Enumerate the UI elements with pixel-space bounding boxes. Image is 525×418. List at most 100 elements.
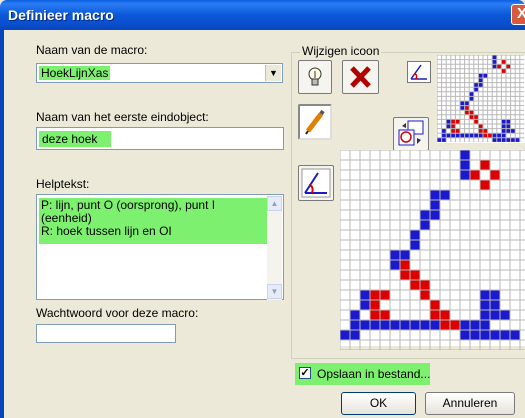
window-frame (0, 30, 4, 418)
lightbulb-icon (308, 67, 322, 86)
pixel-blue (464, 133, 470, 138)
pixel-red (380, 310, 390, 320)
pixel-red (455, 119, 460, 124)
pixel-red (506, 64, 511, 69)
pixel-blue (350, 330, 360, 340)
pencil-icon (305, 109, 325, 135)
angle-icon (410, 64, 427, 80)
pixel-blue (437, 137, 442, 143)
pixel-blue (470, 320, 480, 330)
pixel-red (430, 300, 440, 310)
chevron-down-icon[interactable]: ▼ (265, 65, 281, 81)
help-line: R: hoek tussen lijn en OI (41, 224, 172, 238)
pixel-blue (496, 133, 502, 138)
scroll-up-icon[interactable]: ▲ (267, 196, 282, 211)
pixel-blue (430, 190, 440, 200)
first-object-input[interactable]: deze hoek (36, 127, 284, 150)
icon-pixel-editor[interactable] (339, 149, 525, 351)
pixel-blue (515, 137, 520, 143)
pixel-blue (390, 260, 400, 270)
pixel-red (483, 133, 488, 138)
title-bar[interactable]: Definieer macro X (0, 0, 525, 30)
pixel-blue (492, 137, 497, 143)
pixel-blue (501, 133, 506, 138)
pixel-blue (492, 59, 497, 65)
pixel-blue (460, 133, 465, 138)
copy-icon-button[interactable] (393, 117, 429, 151)
pixel-blue (480, 320, 490, 330)
cancel-button[interactable]: Annuleren (425, 392, 515, 415)
macro-name-combobox[interactable]: HoekLijnXas ▼ (36, 63, 283, 83)
pixel-blue (490, 290, 500, 300)
pixel-blue (350, 310, 360, 320)
pixel-blue (441, 133, 447, 138)
pixel-blue (501, 137, 506, 143)
save-to-file-checkbox[interactable]: ✓ Opslaan in bestand... (295, 363, 430, 385)
window-title: Definieer macro (8, 7, 114, 23)
pixel-red (400, 260, 410, 270)
pixel-red (478, 128, 483, 134)
pixel-blue (473, 133, 479, 138)
pixel-blue (492, 64, 497, 69)
scroll-down-icon[interactable]: ▼ (267, 284, 282, 299)
pixel-blue (460, 330, 470, 340)
pixel-blue (446, 119, 451, 124)
pixel-blue (400, 320, 410, 330)
pixel-blue (506, 137, 511, 143)
pixel-blue (455, 133, 460, 138)
pixel-red (480, 180, 490, 190)
pixel-blue (390, 320, 400, 330)
pixel-blue (473, 87, 479, 92)
pixel-blue (480, 290, 490, 300)
pixel-blue (501, 124, 506, 129)
save-to-file-label: Opslaan in bestand... (317, 367, 431, 381)
pixel-blue (430, 200, 440, 210)
pixel-blue (441, 128, 447, 134)
pixel-blue (370, 320, 380, 330)
pixel-blue (360, 320, 370, 330)
close-button[interactable]: X (511, 4, 525, 25)
pixel-blue (500, 310, 510, 320)
pixel-blue (420, 210, 430, 220)
pixel-blue (478, 78, 483, 83)
pixel-blue (469, 96, 474, 101)
pixel-red (464, 105, 470, 111)
pixel-blue (380, 320, 390, 330)
pixel-red (440, 320, 450, 330)
delete-icon-button[interactable] (342, 60, 379, 94)
macro-name-value: HoekLijnXas (39, 66, 111, 80)
pixel-red (430, 310, 440, 320)
pencil-button[interactable] (298, 104, 332, 140)
pixel-blue (510, 330, 520, 340)
password-input[interactable] (36, 324, 176, 343)
pixel-blue (446, 133, 451, 138)
pixel-blue (510, 128, 516, 134)
pixel-blue (390, 250, 400, 260)
current-icon-button[interactable] (298, 165, 334, 201)
icon-preview-thumb (407, 61, 431, 83)
pixel-red (420, 290, 430, 300)
check-icon: ✓ (300, 367, 310, 379)
pixel-red (370, 290, 380, 300)
pixel-blue (410, 320, 420, 330)
pixel-blue (490, 310, 500, 320)
password-label: Wachtwoord voor deze macro: (36, 306, 199, 320)
pixel-red (469, 114, 474, 120)
pixel-red (450, 128, 456, 134)
lightbulb-button[interactable] (298, 60, 332, 94)
pixel-blue (350, 320, 360, 330)
help-text-area[interactable]: P: lijn, punt O (oorsprong), punt I (een… (36, 194, 284, 300)
pixel-grid-svg (436, 54, 525, 143)
pixel-red (370, 300, 380, 310)
ok-button[interactable]: OK (341, 392, 416, 415)
checkbox-box[interactable]: ✓ (299, 367, 311, 379)
pixel-blue (483, 73, 488, 78)
pixel-blue (478, 82, 483, 88)
pixel-blue (492, 133, 497, 138)
pixel-blue (473, 82, 479, 88)
pixel-red (400, 270, 410, 280)
pixel-blue (430, 210, 440, 220)
pixel-blue (410, 230, 420, 240)
help-scrollbar[interactable]: ▲ ▼ (267, 196, 282, 300)
pixel-blue (501, 119, 506, 124)
